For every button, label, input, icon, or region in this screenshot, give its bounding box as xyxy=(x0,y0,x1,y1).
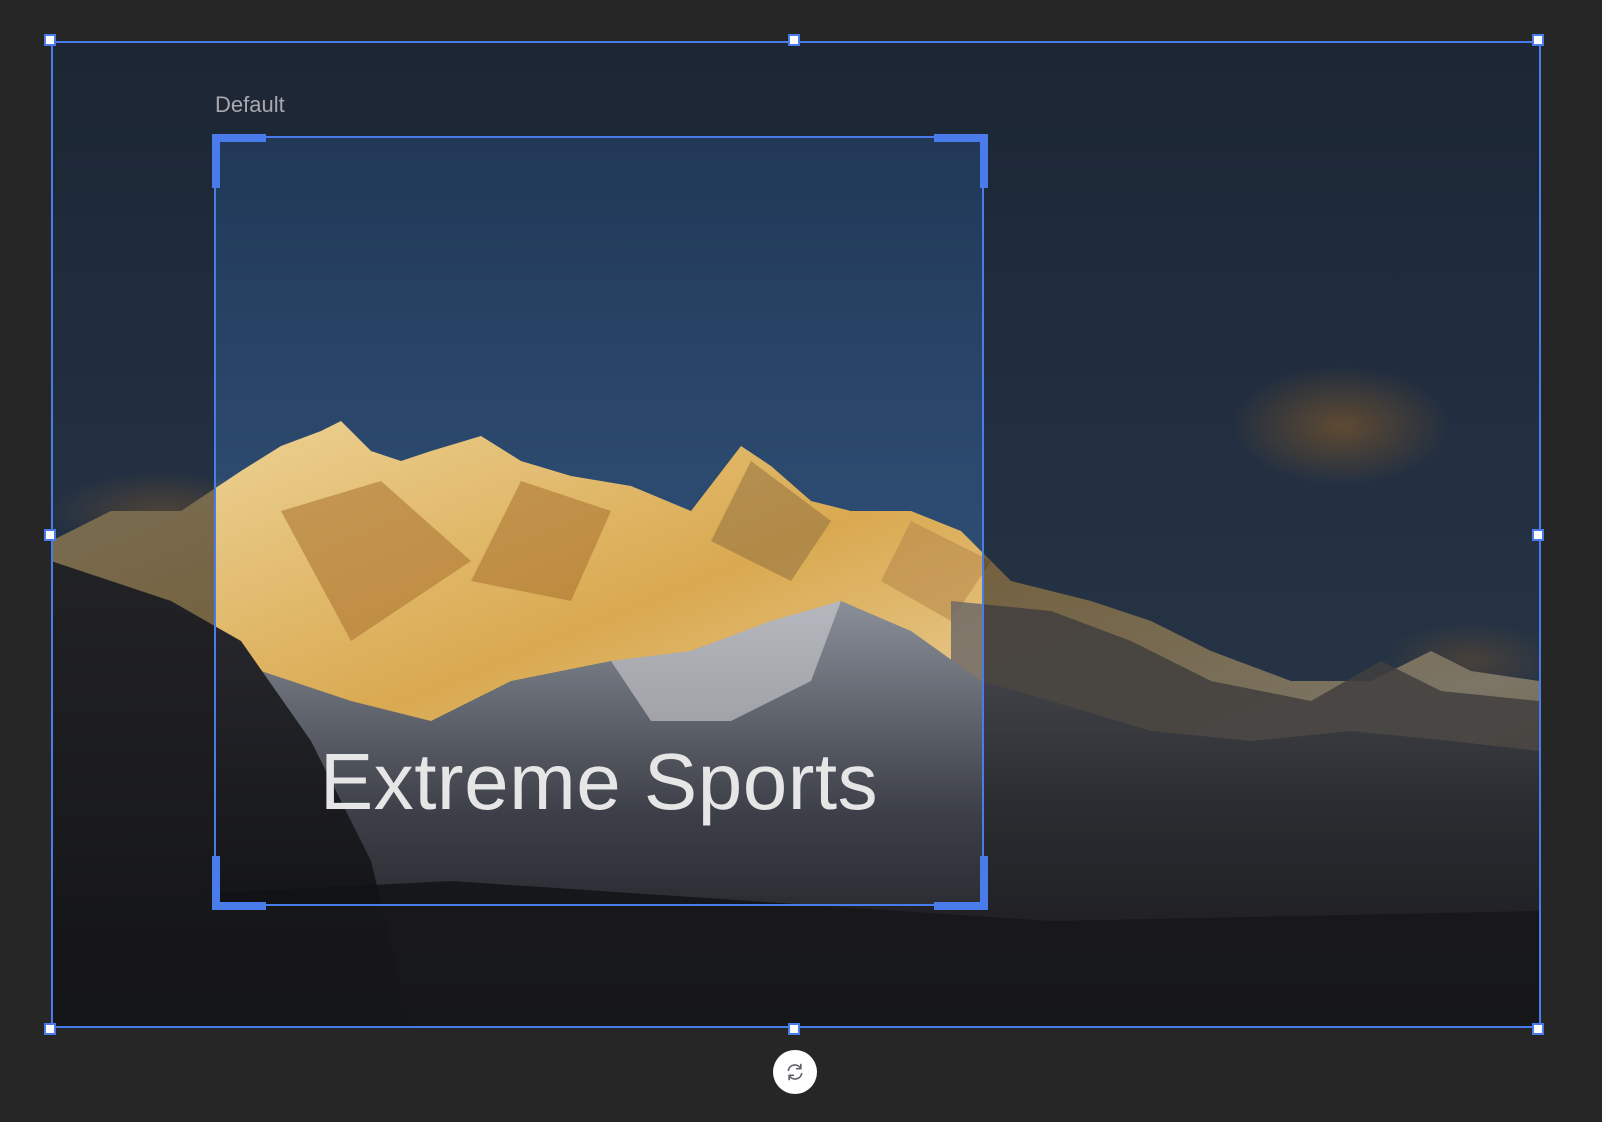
resize-handle-bottom-right[interactable] xyxy=(1532,1023,1544,1035)
image-overlay-title: Extreme Sports xyxy=(319,737,879,826)
crop-corner-bottom-left[interactable] xyxy=(212,856,266,910)
crop-corner-top-right[interactable] xyxy=(934,134,988,188)
rotate-icon xyxy=(787,1063,803,1081)
resize-handle-middle-left[interactable] xyxy=(44,529,56,541)
crop-preset-label: Default xyxy=(215,92,285,117)
rotate-button[interactable] xyxy=(773,1050,817,1094)
resize-handle-top-center[interactable] xyxy=(788,34,800,46)
crop-corner-top-left[interactable] xyxy=(212,134,266,188)
resize-handle-bottom-center[interactable] xyxy=(788,1023,800,1035)
resize-handle-middle-right[interactable] xyxy=(1532,529,1544,541)
resize-handle-top-right[interactable] xyxy=(1532,34,1544,46)
crop-corner-bottom-right[interactable] xyxy=(934,856,988,910)
crop-region[interactable]: Extreme Sports xyxy=(214,136,984,906)
editor-canvas: Extreme Sports Default xyxy=(0,0,1602,1122)
resize-handle-top-left[interactable] xyxy=(44,34,56,46)
resize-handle-bottom-left[interactable] xyxy=(44,1023,56,1035)
